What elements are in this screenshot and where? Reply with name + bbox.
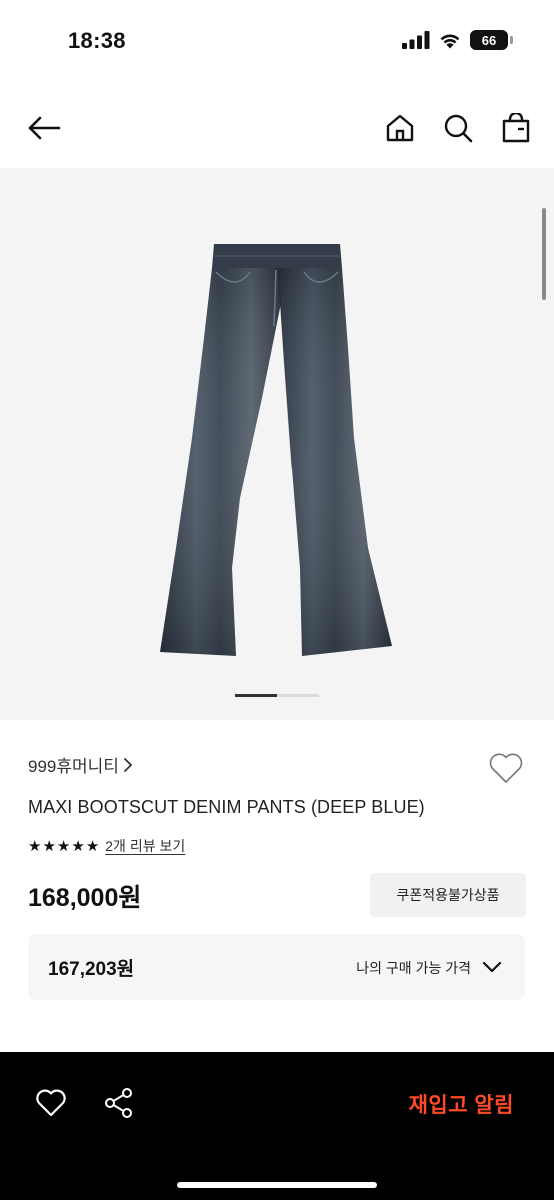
status-bar: 18:38 66 bbox=[0, 0, 554, 84]
star-icon: ★ bbox=[71, 837, 85, 855]
share-icon bbox=[105, 1088, 132, 1118]
carousel-indicator-active bbox=[235, 694, 277, 697]
carousel-indicator bbox=[235, 694, 319, 697]
coupon-status-button[interactable]: 쿠폰적용불가상품 bbox=[370, 873, 526, 917]
home-button[interactable] bbox=[378, 106, 422, 150]
review-link[interactable]: 2개 리뷰 보기 bbox=[105, 836, 185, 856]
share-button[interactable] bbox=[98, 1082, 140, 1124]
chevron-right-icon bbox=[124, 757, 132, 772]
wifi-icon bbox=[440, 34, 460, 49]
product-price: 168,000원 bbox=[28, 884, 142, 912]
chevron-down-icon bbox=[482, 961, 502, 973]
my-price-label: 나의 구매 가능 가격 bbox=[356, 960, 471, 976]
star-icon: ★ bbox=[28, 837, 42, 855]
denim-pants-image bbox=[160, 244, 392, 656]
rating-row: ★ ★ ★ ★ ★ 2개 리뷰 보기 bbox=[28, 836, 185, 856]
my-price-dropdown[interactable]: 167,203원 나의 구매 가능 가격 bbox=[28, 934, 525, 1000]
star-icon: ★ bbox=[42, 837, 56, 855]
top-navigation bbox=[0, 96, 554, 160]
restock-alert-button[interactable]: 재입고 알림 bbox=[409, 1084, 514, 1124]
image-scrollbar[interactable] bbox=[542, 208, 546, 300]
heart-outline-icon bbox=[36, 1089, 66, 1117]
carousel-indicator-inactive bbox=[277, 694, 319, 697]
battery-indicator: 66 bbox=[470, 30, 513, 50]
cellular-signal-icon bbox=[402, 31, 430, 49]
search-button[interactable] bbox=[436, 106, 480, 150]
home-icon bbox=[386, 114, 414, 142]
my-price-value: 167,203원 bbox=[48, 959, 135, 980]
product-name: MAXI BOOTSCUT DENIM PANTS (DEEP BLUE) bbox=[28, 797, 425, 817]
brand-name: 999휴머니티 bbox=[28, 757, 119, 776]
wishlist-button[interactable] bbox=[486, 748, 526, 788]
product-image-carousel[interactable] bbox=[0, 168, 554, 720]
heart-outline-icon bbox=[489, 753, 523, 783]
star-rating: ★ ★ ★ ★ ★ bbox=[28, 839, 99, 854]
brand-link[interactable]: 999휴머니티 bbox=[28, 752, 133, 777]
shopping-bag-icon bbox=[502, 113, 530, 143]
home-indicator[interactable] bbox=[177, 1182, 377, 1188]
search-icon bbox=[444, 114, 473, 143]
like-button[interactable] bbox=[30, 1082, 72, 1124]
arrow-left-icon bbox=[28, 116, 61, 140]
bottom-action-bar: 재입고 알림 bbox=[0, 1052, 554, 1200]
star-icon: ★ bbox=[85, 837, 100, 855]
status-icons: 66 bbox=[402, 30, 513, 50]
back-button[interactable] bbox=[22, 106, 66, 150]
star-icon: ★ bbox=[56, 837, 71, 855]
cart-button[interactable] bbox=[494, 106, 538, 150]
status-time: 18:38 bbox=[68, 28, 126, 53]
